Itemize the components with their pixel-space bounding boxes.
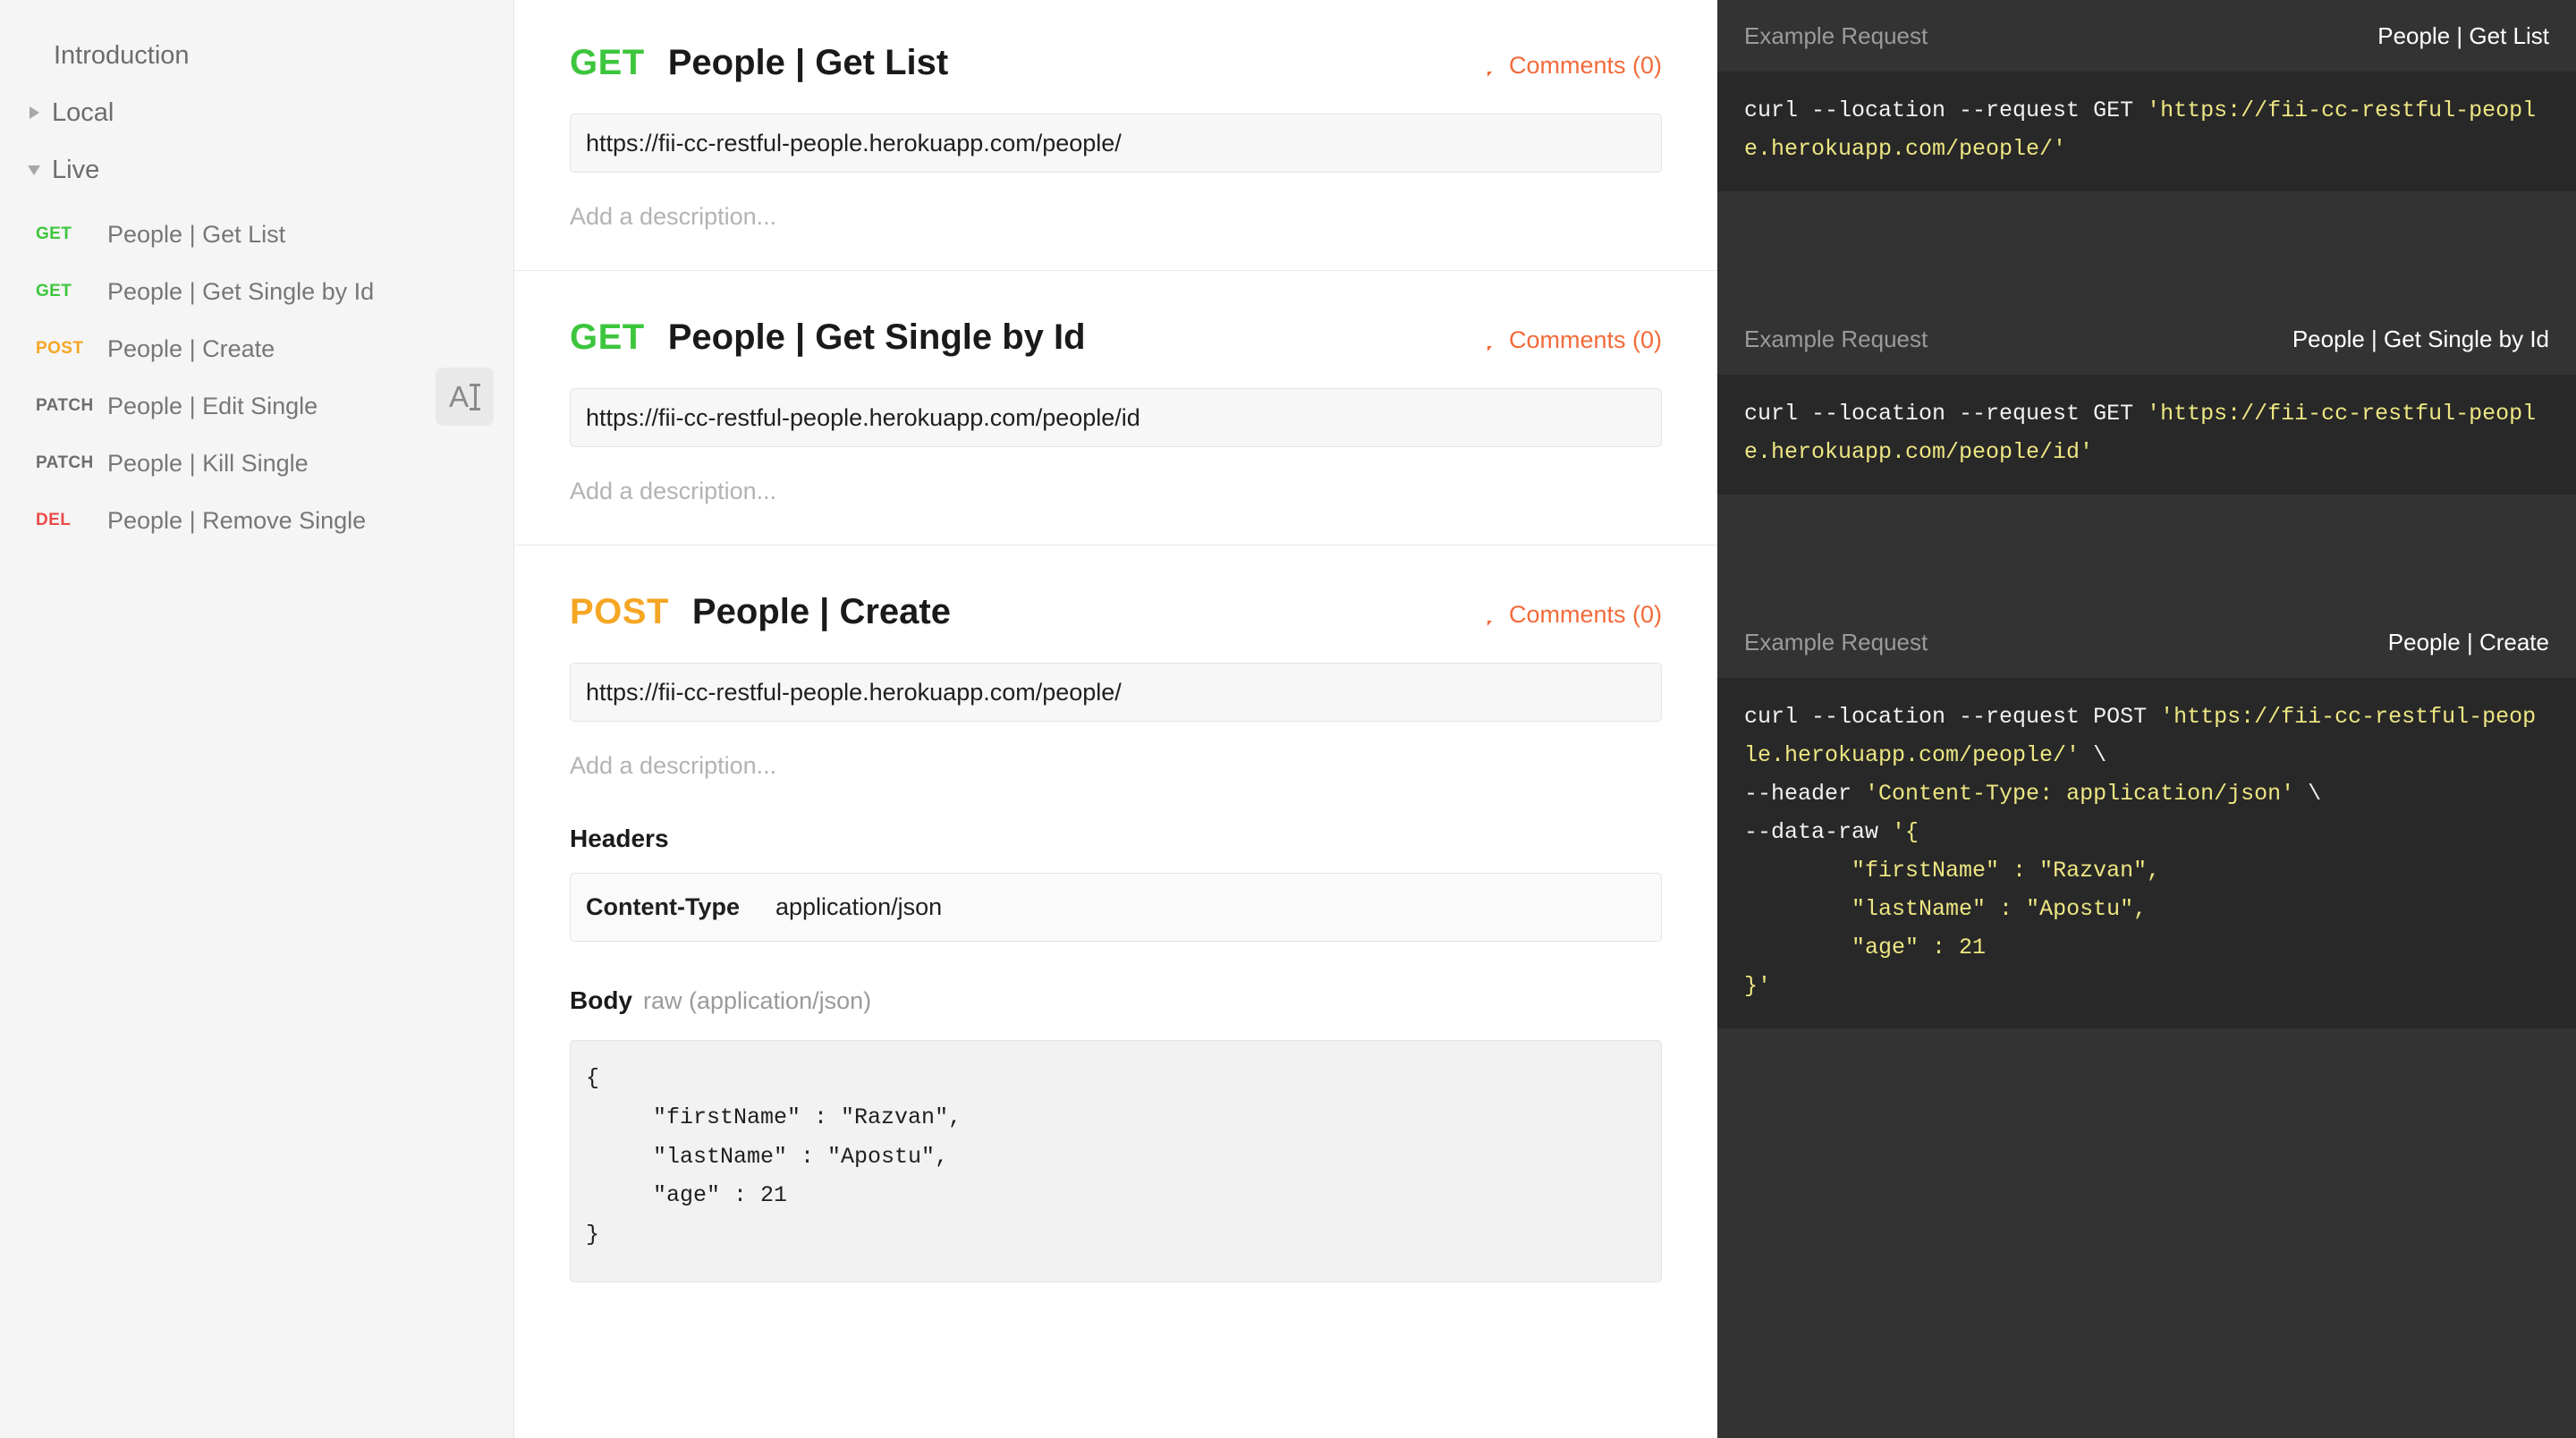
sidebar-item-label: Local xyxy=(52,98,114,128)
method-label: GET xyxy=(570,317,645,358)
request-url-field[interactable]: https://fii-cc-restful-people.herokuapp.… xyxy=(570,114,1662,173)
comments-label: Comments (0) xyxy=(1509,601,1662,629)
description-placeholder[interactable]: Add a description... xyxy=(570,752,1662,780)
page-title: People | Get List xyxy=(668,43,948,83)
curl-snippet: curl --location --request POST 'https://… xyxy=(1744,698,2549,1005)
comments-button[interactable]: Comments (0) xyxy=(1484,52,1662,80)
request-name: People | Get List xyxy=(107,221,285,249)
curl-data-string: '{ "firstName" : "Razvan", "lastName" : … xyxy=(1744,819,2160,999)
code-block-body[interactable]: curl --location --request POST 'https://… xyxy=(1717,678,2576,1028)
comment-bubble-icon xyxy=(1484,331,1504,349)
sidebar-item-label: Introduction xyxy=(54,41,190,71)
request-section-get-list: GET People | Get List Comments (0) https… xyxy=(514,0,1717,271)
example-request-label: Example Request xyxy=(1744,22,1928,50)
chevron-down-icon[interactable] xyxy=(16,165,52,175)
method-label: GET xyxy=(570,43,645,83)
request-section-create: POST People | Create Comments (0) https:… xyxy=(514,546,1717,1322)
sidebar-request-list: GET People | Get List GET People | Get S… xyxy=(0,206,513,549)
body-code-block: { "firstName" : "Razvan", "lastName" : "… xyxy=(570,1040,1662,1282)
method-label: POST xyxy=(570,592,669,632)
sidebar-request-edit-single[interactable]: PATCH People | Edit Single xyxy=(0,377,513,435)
code-block-header: Example Request People | Get List xyxy=(1717,0,2576,72)
description-placeholder[interactable]: Add a description... xyxy=(570,203,1662,231)
section-header: GET People | Get List Comments (0) xyxy=(570,43,1662,83)
headers-table: Content-Type application/json xyxy=(570,873,1662,942)
curl-command: curl --location --request GET xyxy=(1744,97,2147,123)
comment-bubble-icon xyxy=(1484,56,1504,74)
request-url-value: https://fii-cc-restful-people.herokuapp.… xyxy=(586,404,1140,432)
request-url-field[interactable]: https://fii-cc-restful-people.herokuapp.… xyxy=(570,663,1662,722)
section-header: GET People | Get Single by Id Comments (… xyxy=(570,317,1662,358)
method-badge: DEL xyxy=(32,511,107,530)
example-request-label: Example Request xyxy=(1744,326,1928,353)
request-name: People | Get Single by Id xyxy=(107,278,374,306)
method-badge: POST xyxy=(32,339,107,359)
example-request-label: Example Request xyxy=(1744,629,1928,656)
description-placeholder[interactable]: Add a description... xyxy=(570,478,1662,505)
sidebar-request-get-single-by-id[interactable]: GET People | Get Single by Id xyxy=(0,263,513,320)
request-name: People | Create xyxy=(107,335,275,363)
method-badge: GET xyxy=(32,282,107,301)
header-value: application/json xyxy=(775,893,942,921)
sidebar-item-local[interactable]: Local xyxy=(0,84,513,141)
comments-button[interactable]: Comments (0) xyxy=(1484,601,1662,629)
example-request-title: People | Get List xyxy=(2377,22,2549,50)
chevron-right-icon[interactable] xyxy=(16,106,52,119)
sidebar-item-introduction[interactable]: Introduction xyxy=(0,27,513,84)
section-header-left: GET People | Get List xyxy=(570,43,948,83)
sidebar-request-create[interactable]: POST People | Create xyxy=(0,320,513,377)
curl-header-string: 'Content-Type: application/json' xyxy=(1865,781,2294,807)
comment-bubble-icon xyxy=(1484,605,1504,623)
body-mode: raw (application/json) xyxy=(643,987,871,1014)
documentation-panel: GET People | Get List Comments (0) https… xyxy=(514,0,1717,1438)
example-request-block-get-list: Example Request People | Get List curl -… xyxy=(1717,0,2576,191)
body-code-text: { "firstName" : "Razvan", "lastName" : "… xyxy=(586,1059,1646,1255)
example-request-block-create: Example Request People | Create curl --l… xyxy=(1717,606,2576,1028)
request-name: People | Remove Single xyxy=(107,507,366,535)
section-header-left: GET People | Get Single by Id xyxy=(570,317,1086,358)
method-badge: GET xyxy=(32,224,107,244)
sidebar-request-remove-single[interactable]: DEL People | Remove Single xyxy=(0,492,513,549)
request-section-get-single-by-id: GET People | Get Single by Id Comments (… xyxy=(514,271,1717,546)
body-label-text: Body xyxy=(570,986,632,1014)
app-root: Introduction Local Live GET People | Get… xyxy=(0,0,2576,1438)
example-request-block-get-single: Example Request People | Get Single by I… xyxy=(1717,303,2576,495)
section-header: POST People | Create Comments (0) xyxy=(570,592,1662,632)
body-label: Body raw (application/json) xyxy=(570,986,1662,1015)
code-panel-spacer xyxy=(1717,191,2576,303)
sidebar-item-label: Live xyxy=(52,156,99,185)
request-url-value: https://fii-cc-restful-people.herokuapp.… xyxy=(586,679,1122,706)
sidebar-request-kill-single[interactable]: PATCH People | Kill Single xyxy=(0,435,513,492)
code-panel-spacer xyxy=(1717,495,2576,606)
method-badge: PATCH xyxy=(32,453,107,473)
example-request-title: People | Get Single by Id xyxy=(2292,326,2549,353)
page-title: People | Create xyxy=(692,592,951,632)
code-block-header: Example Request People | Get Single by I… xyxy=(1717,303,2576,375)
curl-command: curl --location --request POST xyxy=(1744,704,2160,730)
request-url-value: https://fii-cc-restful-people.herokuapp.… xyxy=(586,130,1122,157)
sidebar-request-get-list[interactable]: GET People | Get List xyxy=(0,206,513,263)
curl-command: curl --location --request GET xyxy=(1744,401,2147,427)
request-url-field[interactable]: https://fii-cc-restful-people.herokuapp.… xyxy=(570,388,1662,447)
example-request-title: People | Create xyxy=(2388,629,2549,656)
curl-snippet: curl --location --request GET 'https://f… xyxy=(1744,91,2549,168)
sidebar-item-live[interactable]: Live xyxy=(0,141,513,199)
header-key: Content-Type xyxy=(586,893,775,921)
sidebar: Introduction Local Live GET People | Get… xyxy=(0,0,514,1438)
comments-button[interactable]: Comments (0) xyxy=(1484,326,1662,354)
example-request-panel: Example Request People | Get List curl -… xyxy=(1717,0,2576,1438)
headers-label: Headers xyxy=(570,825,1662,853)
code-block-body[interactable]: curl --location --request GET 'https://f… xyxy=(1717,72,2576,191)
method-badge: PATCH xyxy=(32,396,107,416)
comments-label: Comments (0) xyxy=(1509,52,1662,80)
page-title: People | Get Single by Id xyxy=(668,317,1086,358)
comments-label: Comments (0) xyxy=(1509,326,1662,354)
section-header-left: POST People | Create xyxy=(570,592,951,632)
request-name: People | Edit Single xyxy=(107,393,318,420)
curl-snippet: curl --location --request GET 'https://f… xyxy=(1744,394,2549,471)
code-block-header: Example Request People | Create xyxy=(1717,606,2576,678)
request-name: People | Kill Single xyxy=(107,450,309,478)
code-block-body[interactable]: curl --location --request GET 'https://f… xyxy=(1717,375,2576,495)
